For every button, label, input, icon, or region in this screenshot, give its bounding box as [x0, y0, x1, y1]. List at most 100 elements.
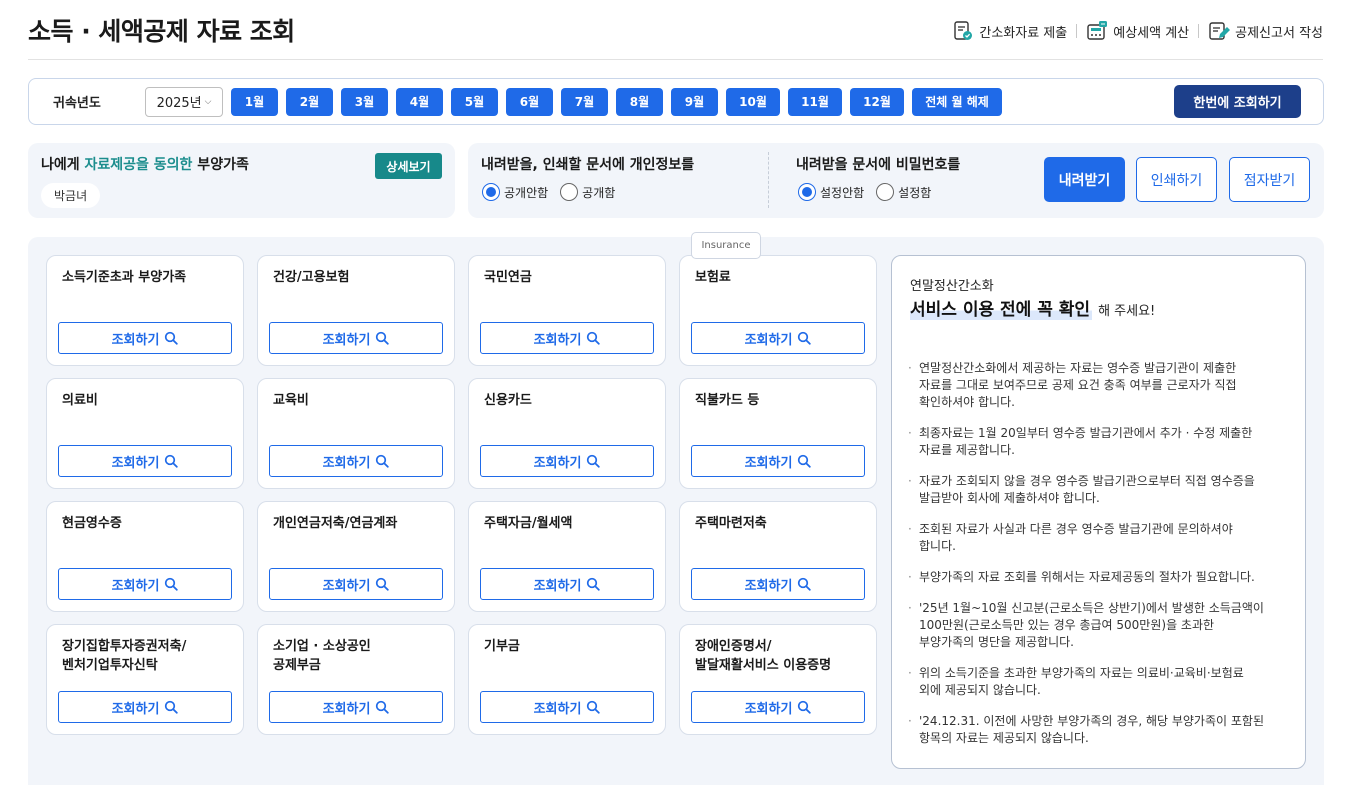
- deduction-card-title: 소득기준초과 부양가족: [62, 270, 187, 285]
- query-button[interactable]: 조회하기: [480, 322, 654, 354]
- query-button-label: 조회하기: [322, 578, 371, 594]
- deduction-card: 직불카드 등 조회하기: [679, 378, 877, 489]
- privacy-show-option[interactable]: 공개함: [560, 183, 615, 201]
- query-button[interactable]: 조회하기: [691, 322, 865, 354]
- month-button-11[interactable]: 11월: [788, 87, 842, 116]
- notice-subtitle: 연말정산간소화: [910, 279, 994, 294]
- search-icon: [165, 700, 179, 714]
- query-button-label: 조회하기: [744, 455, 793, 471]
- month-button-10[interactable]: 10월: [726, 87, 780, 116]
- month-button-5[interactable]: 5월: [451, 87, 498, 116]
- query-button[interactable]: 조회하기: [58, 322, 232, 354]
- password-option-title: 내려받을 문서에 비밀번호를: [796, 157, 961, 173]
- search-icon: [165, 331, 179, 345]
- query-button[interactable]: 조회하기: [58, 568, 232, 600]
- notice-item: 연말정산간소화에서 제공하는 자료는 영수증 발급기관이 제출한 자료를 그대로…: [908, 360, 1292, 411]
- query-button[interactable]: 조회하기: [269, 322, 443, 354]
- notice-item: 위의 소득기준을 초과한 부양가족의 자료는 의료비·교육비·보험료 외에 제공…: [908, 665, 1292, 699]
- deduction-card: 소득기준초과 부양가족조회하기: [46, 255, 244, 366]
- notice-item: '25년 1월~10월 신고분(근로소득은 상반기)에서 발생한 소득금액이 1…: [908, 600, 1292, 651]
- radio-unselected-icon[interactable]: [876, 183, 895, 201]
- deduction-card-title: 건강/고용보험: [273, 270, 350, 285]
- query-button-label: 조회하기: [744, 332, 793, 348]
- search-icon: [165, 577, 179, 591]
- deduction-card-title: 개인연금저축/연금계좌: [273, 516, 398, 531]
- year-select[interactable]: 2025년 ⌵: [145, 86, 223, 117]
- notice-list: 연말정산간소화에서 제공하는 자료는 영수증 발급기관이 제출한 자료를 그대로…: [908, 360, 1292, 761]
- header-divider: [1076, 24, 1078, 38]
- privacy-hide-option[interactable]: 공개안함: [482, 183, 548, 201]
- year-filter-bar: 귀속년도 2025년 ⌵ 1월 2월 3월 4월 5월 6월 7월 8월 9월 …: [28, 78, 1324, 125]
- query-button[interactable]: 조회하기: [269, 691, 443, 723]
- clear-all-months-button[interactable]: 전체 월 해제: [912, 87, 1002, 116]
- consenting-dependents-panel: 나에게 자료제공을 동의한 부양가족 상세보기 박금녀: [28, 143, 455, 218]
- month-button-2[interactable]: 2월: [286, 87, 333, 116]
- estimated-tax-label: 예상세액 계산: [1113, 25, 1190, 41]
- query-button[interactable]: 조회하기: [269, 568, 443, 600]
- estimated-tax-link[interactable]: 예상세액 계산: [1086, 20, 1189, 42]
- month-button-8[interactable]: 8월: [616, 87, 663, 116]
- deduction-card: 주택자금/월세액조회하기: [468, 501, 666, 612]
- document-options-panel: 내려받을, 인쇄할 문서에 개인정보를 공개안함 공개함 내려받을 문서에 비밀…: [468, 143, 1324, 218]
- radio-unselected-icon[interactable]: [560, 183, 579, 201]
- deduction-card: 기부금조회하기: [468, 624, 666, 735]
- month-button-3[interactable]: 3월: [341, 87, 388, 116]
- deduction-card-title: 주택마련저축: [695, 516, 767, 531]
- query-button[interactable]: 조회하기: [691, 445, 865, 477]
- braille-button[interactable]: 점자받기: [1229, 157, 1310, 202]
- deduction-card: 국민연금 조회하기: [468, 255, 666, 366]
- notice-headline: 서비스 이용 전에 꼭 확인 해 주세요!: [910, 295, 1155, 320]
- query-button[interactable]: 조회하기: [480, 445, 654, 477]
- header-actions: 간소화자료 제출 예상세액 계산 공제신고서 작성: [952, 20, 1323, 42]
- query-button[interactable]: 조회하기: [58, 445, 232, 477]
- notice-item: 자료가 조회되지 않을 경우 영수증 발급기관으로부터 직접 영수증을 발급받아…: [908, 473, 1292, 507]
- dependent-chip: 박금녀: [41, 183, 101, 208]
- deduction-form-link[interactable]: 공제신고서 작성: [1208, 20, 1323, 42]
- radio-selected-icon[interactable]: [482, 183, 500, 201]
- dependents-title: 나에게 자료제공을 동의한 부양가족: [41, 154, 249, 174]
- deduction-card-title: 기부금: [484, 639, 520, 654]
- search-icon: [376, 331, 390, 345]
- month-button-1[interactable]: 1월: [231, 87, 278, 116]
- query-button[interactable]: 조회하기: [58, 691, 232, 723]
- year-label: 귀속년도: [53, 96, 101, 111]
- page-title: 소득 · 세액공제 자료 조회: [28, 17, 295, 46]
- privacy-show-label: 공개함: [582, 185, 616, 200]
- password-set-label: 설정함: [898, 185, 932, 200]
- deduction-card: 현금영수증조회하기: [46, 501, 244, 612]
- query-button[interactable]: 조회하기: [269, 445, 443, 477]
- download-button[interactable]: 내려받기: [1044, 157, 1125, 202]
- deduction-form-label: 공제신고서 작성: [1235, 25, 1323, 41]
- submit-simplified-data-link[interactable]: 간소화자료 제출: [952, 20, 1067, 42]
- query-button[interactable]: 조회하기: [691, 691, 865, 723]
- password-set-option[interactable]: 설정함: [876, 183, 931, 201]
- radio-selected-icon[interactable]: [798, 183, 816, 201]
- query-button[interactable]: 조회하기: [691, 568, 865, 600]
- print-button[interactable]: 인쇄하기: [1136, 157, 1217, 202]
- search-icon: [798, 454, 812, 468]
- query-all-button[interactable]: 한번에 조회하기: [1174, 85, 1301, 118]
- query-button[interactable]: 조회하기: [480, 568, 654, 600]
- month-button-4[interactable]: 4월: [396, 87, 443, 116]
- privacy-radio-group: 공개안함 공개함: [482, 183, 627, 201]
- notice-item: 조회된 자료가 사실과 다른 경우 영수증 발급기관에 문의하셔야 합니다.: [908, 521, 1292, 555]
- month-button-6[interactable]: 6월: [506, 87, 553, 116]
- search-icon: [798, 577, 812, 591]
- view-details-button[interactable]: 상세보기: [375, 153, 442, 179]
- query-button[interactable]: 조회하기: [480, 691, 654, 723]
- year-select-value: 2025년: [156, 96, 202, 111]
- deduction-card-title: 의료비: [62, 393, 98, 408]
- month-button-9[interactable]: 9월: [671, 87, 718, 116]
- deduction-card: 장애인증명서/ 발달재활서비스 이용증명 조회하기: [679, 624, 877, 735]
- deduction-card-title: 주택자금/월세액: [484, 516, 573, 531]
- query-button-label: 조회하기: [111, 332, 160, 348]
- month-button-7[interactable]: 7월: [561, 87, 608, 116]
- password-none-option[interactable]: 설정안함: [798, 183, 864, 201]
- deduction-card-title: 현금영수증: [62, 516, 122, 531]
- password-none-label: 설정안함: [820, 185, 865, 200]
- password-radio-group: 설정안함 설정함: [798, 183, 943, 201]
- search-icon: [587, 331, 601, 345]
- calculator-icon: [1087, 21, 1108, 40]
- query-button-label: 조회하기: [111, 701, 160, 717]
- month-button-12[interactable]: 12월: [850, 87, 904, 116]
